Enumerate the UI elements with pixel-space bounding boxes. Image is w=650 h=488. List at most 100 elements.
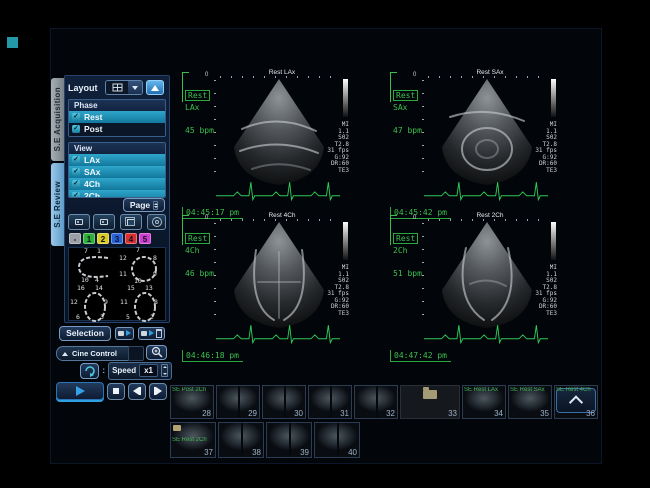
checkbox-checked-icon[interactable]: ✓ — [72, 168, 80, 176]
chevron-down-icon[interactable] — [128, 81, 142, 94]
tab-se-review[interactable]: S.E Review — [51, 163, 64, 246]
stage-select-row: - 1 2 3 4 5 — [69, 233, 151, 244]
send-to-review-button[interactable] — [115, 327, 134, 340]
view-label: 2Ch — [393, 246, 422, 255]
checkbox-checked-icon[interactable]: ✓ — [72, 156, 80, 164]
scale-ticks — [422, 80, 424, 176]
stage-button-3[interactable]: 3 — [111, 233, 123, 244]
filmstrip-row-1: SE Post 2Ch 28 29 30 31 32 33 SE Rest LA… — [170, 385, 598, 419]
step-back-button[interactable] — [128, 383, 146, 400]
layout-selector[interactable] — [105, 80, 143, 95]
thumbnail-clip-32[interactable]: 32 — [354, 385, 398, 419]
zoom-in-button[interactable] — [146, 345, 167, 360]
stage-button-5[interactable]: 5 — [139, 233, 151, 244]
grayscale-bar — [551, 222, 556, 260]
page-button[interactable]: Page — [123, 198, 165, 212]
ultrasound-fan — [426, 220, 548, 332]
tab-se-acquisition[interactable]: S.E Acquisition — [51, 78, 64, 161]
step-forward-button[interactable] — [149, 383, 167, 400]
view-option-2ch[interactable]: ✓ 2Ch — [69, 190, 165, 198]
checkbox-checked-icon[interactable]: ✓ — [72, 180, 80, 188]
ultrasound-image[interactable]: Rest 2Ch 0 MI 1.1 S02 T2.8 31 fps G:92 D… — [422, 213, 558, 347]
screen-marker — [7, 37, 18, 48]
segment-diagram-sax: 7 8 9 10 11 12 — [119, 248, 167, 284]
clip-marker-icon — [173, 425, 181, 431]
quadrant-rest-lax[interactable]: Rest LAx 45 bpm Rest LAx 0 MI 1.1 S02 T2… — [172, 72, 378, 213]
cine-control-header[interactable]: Cine Control — [56, 346, 134, 361]
selection-button[interactable]: Selection — [59, 326, 111, 341]
thumbnail-number: 36 — [586, 409, 595, 418]
cine-stack-button[interactable] — [120, 214, 142, 230]
target-button[interactable] — [147, 214, 166, 230]
thumbnail-number: 30 — [294, 409, 303, 418]
filmstrip: SE Post 2Ch 28 29 30 31 32 33 SE Rest LA… — [170, 384, 600, 462]
page-stepper-icon[interactable] — [153, 201, 158, 210]
phase-option-post[interactable]: ✓ Post — [69, 123, 165, 135]
thumbnail-clip-35[interactable]: SE Rest SAx 35 — [508, 385, 552, 419]
stage-button-2[interactable]: 2 — [97, 233, 109, 244]
stage-button-1[interactable]: 1 — [83, 233, 95, 244]
thumbnail-clip-37[interactable]: SE Rest 2Ch 37 — [170, 422, 216, 458]
phase-option-rest[interactable]: ✓ Rest — [69, 111, 165, 123]
undock-button[interactable] — [146, 80, 164, 95]
view-option-4ch[interactable]: ✓ 4Ch — [69, 178, 165, 190]
segment-diagram-4ch: 16 14 12 9 6 3 — [69, 286, 117, 322]
thumbnail-clip-31[interactable]: 31 — [308, 385, 352, 419]
filmstrip-row-2: SE Rest 2Ch 37 38 39 40 — [170, 422, 360, 458]
thumbnail-clip-38[interactable]: 38 — [218, 422, 264, 458]
thumbnail-number: 34 — [494, 409, 503, 418]
loop-mode-button[interactable] — [80, 363, 99, 379]
speed-stepper-icon[interactable] — [161, 364, 168, 377]
heart-rate: 51 bpm — [393, 269, 422, 278]
phase-section: Phase ✓ Rest ✓ Post — [68, 99, 166, 137]
thumbnail-clip-40[interactable]: 40 — [314, 422, 360, 458]
loop-stepper[interactable]: : — [102, 366, 105, 375]
checkbox-checked-icon[interactable]: ✓ — [72, 125, 80, 133]
thumbnail-clip-39[interactable]: 39 — [266, 422, 312, 458]
frame-marker — [390, 72, 391, 102]
speed-control[interactable]: Speed x1 — [108, 362, 172, 380]
thumbnail-clip-30[interactable]: 30 — [262, 385, 306, 419]
depth-marker: 0 — [413, 72, 416, 78]
quadrant-rest-sax[interactable]: Rest SAx 47 bpm Rest SAx 0 MI 1.1 S02 T2… — [380, 72, 586, 213]
thumbnail-label: SE Rest LAx — [464, 387, 498, 393]
ultrasound-image[interactable]: Rest LAx 0 MI 1.1 S02 T2.8 31 fps G:92 D… — [214, 70, 350, 204]
ecg-trace — [216, 176, 340, 202]
ecg-trace — [424, 319, 548, 345]
play-button[interactable] — [56, 382, 104, 400]
multi-frame-button[interactable] — [93, 214, 115, 230]
view-option-sax[interactable]: ✓ SAx — [69, 166, 165, 178]
screen: S.E Acquisition S.E Review Layout Phase … — [0, 0, 650, 488]
thumbnail-label: SE Rest 4Ch — [556, 387, 591, 393]
thumbnail-clip-34[interactable]: SE Rest LAx 34 — [462, 385, 506, 419]
grayscale-bar — [343, 222, 348, 260]
send-and-delete-button[interactable] — [138, 327, 165, 340]
ultrasound-image[interactable]: Rest SAx 0 MI 1.1 S02 T2.8 31 fps G:92 D… — [422, 70, 558, 204]
phase-label: Rest — [393, 233, 418, 244]
segment-diagram-lax: 7 1 10 4 — [69, 248, 117, 284]
single-frame-button[interactable] — [68, 214, 90, 230]
view-label: 4Ch — [185, 246, 214, 255]
stack-icon — [127, 219, 135, 226]
image-parameters: MI 1.1 S02 T2.8 31 fps G:92 DR:60 TE3 — [327, 122, 349, 174]
play-icon — [76, 386, 85, 396]
thumbnail-clip-29[interactable]: 29 — [216, 385, 260, 419]
ultrasound-image[interactable]: Rest 4Ch 0 MI 1.1 S02 T2.8 31 fps G:92 D… — [214, 213, 350, 347]
heart-rate: 47 bpm — [393, 126, 422, 135]
quadrant-rest-2ch[interactable]: Rest 2Ch 51 bpm Rest 2Ch 0 MI 1.1 S02 T2… — [380, 215, 586, 356]
thumbnail-folder-33[interactable]: 33 — [400, 385, 460, 419]
stop-button[interactable] — [107, 383, 125, 400]
quadrant-info: Rest 2Ch 51 bpm — [393, 233, 422, 278]
loop-icon — [83, 365, 97, 377]
tab-label: S.E Acquisition — [53, 87, 62, 151]
stage-button-4[interactable]: 4 — [125, 233, 137, 244]
chevron-up-icon — [569, 395, 583, 409]
checkbox-checked-icon[interactable]: ✓ — [72, 113, 80, 121]
checkbox-checked-icon[interactable]: ✓ — [72, 192, 80, 198]
thumbnail-number: 35 — [540, 409, 549, 418]
speed-value: x1 — [139, 364, 158, 377]
stage-button-none[interactable]: - — [69, 233, 81, 244]
view-option-lax[interactable]: ✓ LAx — [69, 154, 165, 166]
thumbnail-clip-28[interactable]: SE Post 2Ch 28 — [170, 385, 214, 419]
quadrant-rest-4ch[interactable]: Rest 4Ch 46 bpm Rest 4Ch 0 MI 1.1 S02 T2… — [172, 215, 378, 356]
